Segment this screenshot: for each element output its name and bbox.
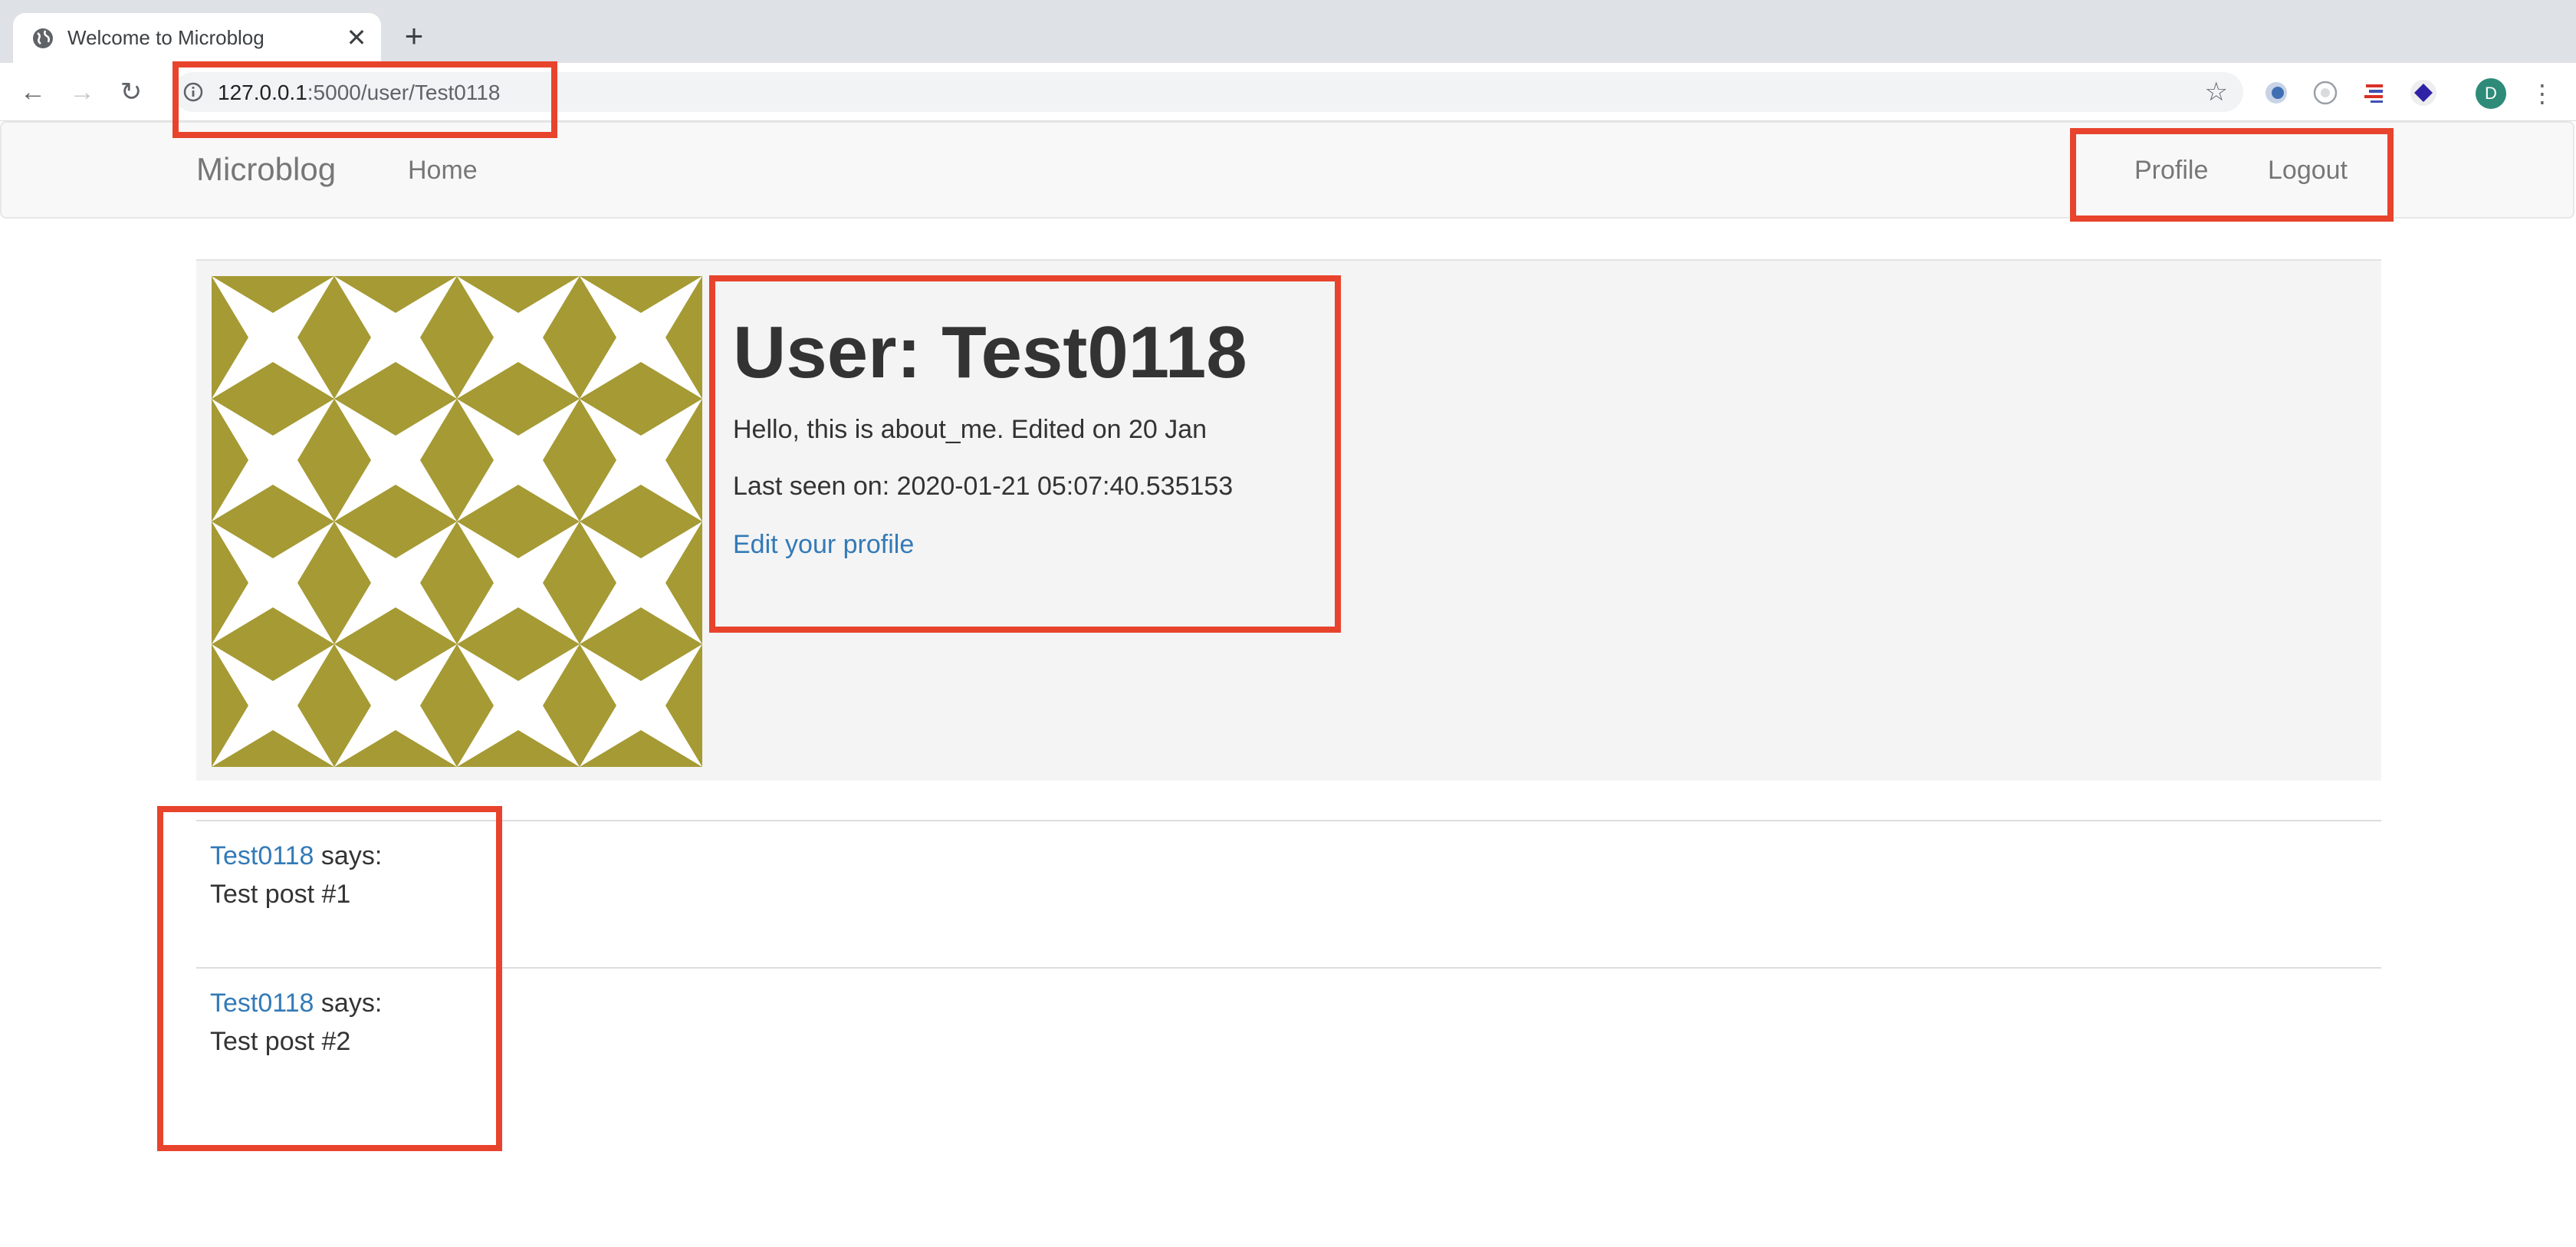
profile-info-highlight-box	[709, 275, 1341, 633]
nav-home-link[interactable]: Home	[408, 155, 478, 186]
profile-avatar[interactable]: D	[2476, 78, 2506, 109]
browser-tab[interactable]: Welcome to Microblog ✕	[13, 13, 381, 63]
posts-highlight-box	[157, 806, 502, 1151]
user-avatar-image	[212, 276, 702, 767]
forward-button[interactable]: →	[65, 75, 99, 109]
reload-button[interactable]: ↻	[114, 75, 148, 109]
back-button[interactable]: ←	[16, 75, 50, 109]
tab-title: Welcome to Microblog	[67, 26, 264, 49]
browser-tabstrip: Welcome to Microblog ✕ +	[0, 0, 2576, 63]
nav-highlight-box	[2070, 128, 2394, 222]
extension-icon-2[interactable]	[2311, 78, 2340, 107]
globe-icon	[33, 28, 53, 48]
url-highlight-box	[172, 61, 557, 138]
close-tab-icon[interactable]: ✕	[344, 25, 369, 50]
new-tab-button[interactable]: +	[399, 20, 429, 52]
bookmark-star-icon[interactable]: ☆	[2205, 77, 2228, 107]
post-item: Test0118 says: Test post #2	[196, 967, 2381, 1114]
extension-icon-1[interactable]	[2262, 78, 2291, 107]
browser-menu-icon[interactable]: ⋮	[2530, 77, 2555, 110]
brand-link[interactable]: Microblog	[196, 150, 336, 189]
extension-icon-4[interactable]	[2409, 78, 2438, 107]
post-item: Test0118 says: Test post #1	[196, 820, 2381, 967]
extension-icon-3[interactable]	[2360, 78, 2389, 107]
